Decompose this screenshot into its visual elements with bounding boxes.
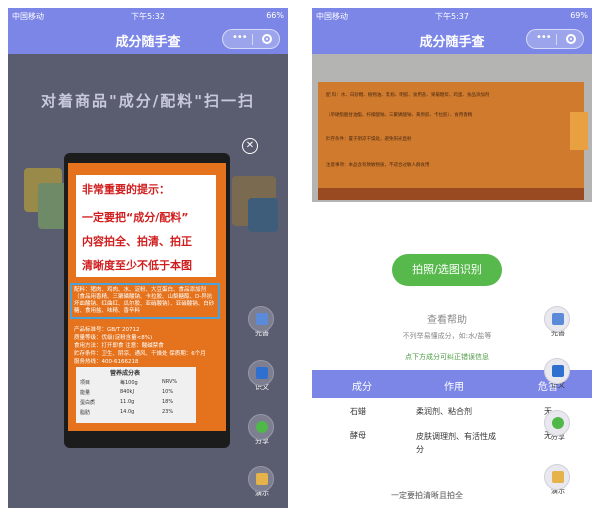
menu-capsule[interactable]: ••• bbox=[222, 29, 280, 49]
column-header: 作用 bbox=[444, 382, 464, 393]
nutrition-cell: 11.0g bbox=[120, 399, 135, 405]
captured-photo: 配 料：水、白砂糖、植物油、乳粉、明胶、食用盐、果葡糖浆、鸡蛋、食品添加剂 （单… bbox=[312, 54, 592, 202]
clock: 下午5:32 bbox=[131, 12, 165, 21]
help-note: 不列举易懂成分，如:水/盐等 bbox=[402, 332, 492, 340]
close-miniprogram-icon[interactable] bbox=[262, 34, 272, 44]
edit-icon bbox=[248, 306, 274, 332]
correction-hint: 点下方成分可纠正错误信息 bbox=[405, 353, 489, 361]
ingredient-name[interactable]: 石蜡 bbox=[350, 406, 366, 417]
photo-text: （单硬脂酸甘油酯、柠檬酸钠、三聚磷酸钠、黄原胶、卡拉胶）、食用香精 bbox=[326, 113, 473, 118]
wechat-icon bbox=[248, 414, 274, 440]
ingredients-text: 配料：猪肉、鸡肉、水、淀粉、大豆蛋白、食品添加剂（食品用香精、三聚磷酸钠、卡拉胶… bbox=[74, 287, 215, 314]
tip-line: 内容拍全、拍清、拍正 bbox=[82, 235, 192, 248]
left-phone-screen: 中国移动 下午5:32 66% 成分随手查 ••• 对着商品"成分/配料"扫一扫… bbox=[8, 8, 288, 508]
clock: 下午5:37 bbox=[435, 12, 469, 21]
close-icon[interactable]: ✕ bbox=[242, 138, 258, 154]
example-label-image: 非常重要的提示： 一定要把“成分/配料” 内容拍全、拍清、拍正 清晰度至少不低于… bbox=[68, 163, 226, 431]
share-button[interactable]: 分享 bbox=[544, 410, 572, 442]
column-header: 成分 bbox=[352, 382, 372, 393]
photo-text: 注意事项：本品含有致敏物质，不适合过敏人群食用 bbox=[326, 163, 430, 168]
ingredient-effect: 柔润剂、粘合剂 bbox=[416, 407, 472, 416]
battery: 66% bbox=[266, 11, 284, 20]
tip-box: 非常重要的提示： 一定要把“成分/配料” 内容拍全、拍清、拍正 清晰度至少不低于… bbox=[76, 175, 216, 277]
nutrition-title: 营养成分表 bbox=[110, 370, 141, 377]
status-bar: 中国移动 下午5:37 69% bbox=[312, 8, 592, 24]
nutrition-cell: 蛋白质 bbox=[80, 400, 96, 406]
photo-text: 配 料：水、白砂糖、植物油、乳粉、明胶、食用盐、果葡糖浆、鸡蛋、食品添加剂 bbox=[326, 93, 490, 98]
ingredient-name[interactable]: 酵母 bbox=[350, 430, 366, 441]
demo-icon bbox=[544, 464, 570, 490]
ingredient-effect: 皮肤调理剂、有活性成分 bbox=[416, 432, 496, 454]
photo-label: 配 料：水、白砂糖、植物油、乳粉、明胶、食用盐、果葡糖浆、鸡蛋、食品添加剂 （单… bbox=[318, 82, 584, 188]
photo-edge bbox=[318, 188, 584, 200]
nav-bar: 成分随手查 ••• bbox=[312, 24, 592, 54]
nutrition-cell: 840kJ bbox=[120, 389, 134, 395]
nutrition-cell: 能量 bbox=[80, 390, 91, 396]
demo-button[interactable]: 演示 bbox=[544, 464, 572, 496]
photo-strip bbox=[570, 112, 588, 150]
photo-text: 贮存条件：置于阴凉干燥处，避免阳光直射 bbox=[326, 137, 412, 142]
nutrition-cell: 18% bbox=[162, 399, 174, 405]
help-link[interactable]: 查看帮助 bbox=[312, 311, 582, 326]
ocr-text-button[interactable]: 识文 bbox=[248, 360, 276, 392]
nutrition-cell: 23% bbox=[162, 409, 174, 415]
tip-line: 非常重要的提示： bbox=[82, 183, 170, 196]
status-bar: 中国移动 下午5:32 66% bbox=[8, 8, 288, 24]
nutrition-table: 营养成分表 项目 每100g NRV% 能量 840kJ 10% 蛋白质 11.… bbox=[76, 367, 196, 423]
right-phone-screen: 中国移动 下午5:37 69% 成分随手查 ••• 配 料：水、白砂糖、植物油、… bbox=[312, 8, 592, 508]
edit-icon bbox=[544, 306, 570, 332]
ocr-text-button[interactable]: 识文 bbox=[544, 358, 572, 390]
battery: 69% bbox=[570, 11, 588, 20]
wechat-icon bbox=[544, 410, 570, 436]
close-miniprogram-icon[interactable] bbox=[566, 34, 576, 44]
demo-icon bbox=[248, 466, 274, 492]
improve-button[interactable]: 完善 bbox=[248, 306, 276, 338]
nav-bar: 成分随手查 ••• bbox=[8, 24, 288, 54]
tip-line: 清晰度至少不低于本图 bbox=[82, 259, 192, 272]
more-icon[interactable]: ••• bbox=[536, 32, 552, 43]
scan-instruction: 对着商品"成分/配料"扫一扫 bbox=[40, 92, 256, 110]
footer-hint: 一定要拍清晰且拍全 bbox=[391, 491, 463, 500]
decor-product-box bbox=[248, 198, 278, 232]
nutrition-header: NRV% bbox=[162, 379, 178, 385]
capsule-divider bbox=[252, 34, 253, 45]
more-icon[interactable]: ••• bbox=[232, 32, 248, 43]
scan-button[interactable]: 拍照/选图识别 bbox=[392, 254, 502, 286]
example-popup: 非常重要的提示： 一定要把“成分/配料” 内容拍全、拍清、拍正 清晰度至少不低于… bbox=[64, 153, 230, 448]
improve-button[interactable]: 完善 bbox=[544, 306, 572, 338]
demo-button[interactable]: 演示 bbox=[248, 466, 276, 498]
label-line: 食用方法：打开即食 注意：酸碱禁食 bbox=[74, 343, 164, 349]
capsule-divider bbox=[556, 34, 557, 45]
nutrition-header: 每100g bbox=[120, 380, 138, 386]
nutrition-cell: 10% bbox=[162, 389, 174, 395]
menu-capsule[interactable]: ••• bbox=[526, 29, 584, 49]
nutrition-cell: 脂肪 bbox=[80, 410, 91, 416]
label-line: 服务热线：400-6166218 bbox=[74, 359, 139, 365]
nutrition-cell: 14.0g bbox=[120, 409, 135, 415]
label-line: 产品标准号：GB/T 20712 bbox=[74, 327, 140, 333]
word-icon bbox=[248, 360, 274, 386]
word-icon bbox=[544, 358, 570, 384]
tip-line: 一定要把“成分/配料” bbox=[82, 211, 189, 224]
label-line: 贮存条件：卫生、阴凉、通风、干燥处 保质期：6个月 bbox=[74, 351, 206, 357]
share-button[interactable]: 分享 bbox=[248, 414, 276, 446]
nutrition-header: 项目 bbox=[80, 380, 91, 386]
label-line: 质量等级：优级(淀粉含量<8%) bbox=[74, 335, 153, 341]
